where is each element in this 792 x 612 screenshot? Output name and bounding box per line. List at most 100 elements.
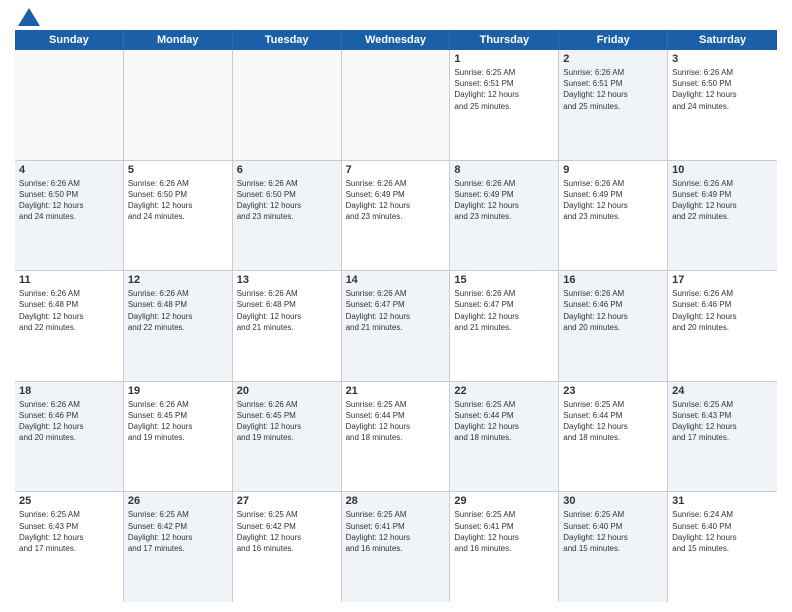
cal-cell: 10 Sunrise: 6:26 AM Sunset: 6:49 PM Dayli… [668,161,777,271]
day-info: Sunrise: 6:25 AM Sunset: 6:51 PM Dayligh… [454,67,554,112]
cal-cell: 27 Sunrise: 6:25 AM Sunset: 6:42 PM Dayli… [233,492,342,602]
week-row-5: 25Sunrise: 6:25 AM Sunset: 6:43 PM Dayli… [15,492,777,602]
day-number: 25 [19,495,119,507]
header-day-tuesday: Tuesday [233,30,342,50]
day-number: 19 [128,385,228,397]
day-info: Sunrise: 6:26 AM Sunset: 6:48 PM Dayligh… [19,288,119,333]
day-info: Sunrise: 6:26 AM Sunset: 6:50 PM Dayligh… [19,178,119,223]
day-info: Sunrise: 6:26 AM Sunset: 6:46 PM Dayligh… [672,288,773,333]
cal-cell: 19 Sunrise: 6:26 AM Sunset: 6:45 PM Dayli… [124,382,233,492]
header-day-friday: Friday [559,30,668,50]
day-number: 29 [454,495,554,507]
day-info: Sunrise: 6:26 AM Sunset: 6:47 PM Dayligh… [346,288,446,333]
day-info: Sunrise: 6:25 AM Sunset: 6:41 PM Dayligh… [346,509,446,554]
day-number: 22 [454,385,554,397]
cal-cell: 6Sunrise: 6:26 AM Sunset: 6:50 PM Daylig… [233,161,342,271]
page: SundayMondayTuesdayWednesdayThursdayFrid… [0,0,792,612]
week-row-4: 18 Sunrise: 6:26 AM Sunset: 6:46 PM Dayli… [15,382,777,493]
day-info: Sunrise: 6:25 AM Sunset: 6:44 PM Dayligh… [454,399,554,444]
cal-cell: 29 Sunrise: 6:25 AM Sunset: 6:41 PM Dayli… [450,492,559,602]
day-number: 8 [454,164,554,176]
cal-cell: 31 Sunrise: 6:24 AM Sunset: 6:40 PM Dayli… [668,492,777,602]
day-number: 7 [346,164,446,176]
cal-cell: 18 Sunrise: 6:26 AM Sunset: 6:46 PM Dayli… [15,382,124,492]
day-info: Sunrise: 6:25 AM Sunset: 6:44 PM Dayligh… [346,399,446,444]
header-day-saturday: Saturday [668,30,777,50]
day-number: 21 [346,385,446,397]
day-number: 3 [672,53,773,65]
header [15,10,777,22]
header-day-monday: Monday [124,30,233,50]
cal-cell [124,50,233,160]
cal-cell: 23 Sunrise: 6:25 AM Sunset: 6:44 PM Dayli… [559,382,668,492]
logo-icon [18,8,40,26]
day-info: Sunrise: 6:26 AM Sunset: 6:50 PM Dayligh… [237,178,337,223]
header-day-sunday: Sunday [15,30,124,50]
day-info: Sunrise: 6:26 AM Sunset: 6:46 PM Dayligh… [19,399,119,444]
day-info: Sunrise: 6:25 AM Sunset: 6:42 PM Dayligh… [237,509,337,554]
cal-cell: 17 Sunrise: 6:26 AM Sunset: 6:46 PM Dayli… [668,271,777,381]
day-info: Sunrise: 6:25 AM Sunset: 6:40 PM Dayligh… [563,509,663,554]
cal-cell: 30 Sunrise: 6:25 AM Sunset: 6:40 PM Dayli… [559,492,668,602]
cal-cell: 24Sunrise: 6:25 AM Sunset: 6:43 PM Dayli… [668,382,777,492]
day-number: 13 [237,274,337,286]
day-number: 10 [672,164,773,176]
cal-cell: 9 Sunrise: 6:26 AM Sunset: 6:49 PM Daylig… [559,161,668,271]
day-info: Sunrise: 6:26 AM Sunset: 6:47 PM Dayligh… [454,288,554,333]
week-row-2: 4 Sunrise: 6:26 AM Sunset: 6:50 PM Daylig… [15,161,777,272]
day-number: 20 [237,385,337,397]
cal-cell: 25Sunrise: 6:25 AM Sunset: 6:43 PM Dayli… [15,492,124,602]
day-number: 4 [19,164,119,176]
day-number: 1 [454,53,554,65]
cal-cell [342,50,451,160]
cal-cell: 21 Sunrise: 6:25 AM Sunset: 6:44 PM Dayli… [342,382,451,492]
header-day-wednesday: Wednesday [342,30,451,50]
cal-cell: 28 Sunrise: 6:25 AM Sunset: 6:41 PM Dayli… [342,492,451,602]
cal-cell: 2 Sunrise: 6:26 AM Sunset: 6:51 PM Daylig… [559,50,668,160]
day-info: Sunrise: 6:24 AM Sunset: 6:40 PM Dayligh… [672,509,773,554]
day-number: 27 [237,495,337,507]
day-number: 26 [128,495,228,507]
day-number: 17 [672,274,773,286]
cal-cell: 22 Sunrise: 6:25 AM Sunset: 6:44 PM Dayli… [450,382,559,492]
day-info: Sunrise: 6:26 AM Sunset: 6:50 PM Dayligh… [128,178,228,223]
day-number: 18 [19,385,119,397]
calendar-body: 1 Sunrise: 6:25 AM Sunset: 6:51 PM Daylig… [15,50,777,602]
cal-cell: 26Sunrise: 6:25 AM Sunset: 6:42 PM Dayli… [124,492,233,602]
cal-cell: 20 Sunrise: 6:26 AM Sunset: 6:45 PM Dayli… [233,382,342,492]
header-day-thursday: Thursday [450,30,559,50]
cal-cell: 16Sunrise: 6:26 AM Sunset: 6:46 PM Dayli… [559,271,668,381]
cal-cell: 5 Sunrise: 6:26 AM Sunset: 6:50 PM Daylig… [124,161,233,271]
day-info: Sunrise: 6:26 AM Sunset: 6:45 PM Dayligh… [237,399,337,444]
cal-cell: 1 Sunrise: 6:25 AM Sunset: 6:51 PM Daylig… [450,50,559,160]
cal-cell: 8 Sunrise: 6:26 AM Sunset: 6:49 PM Daylig… [450,161,559,271]
cal-cell: 15 Sunrise: 6:26 AM Sunset: 6:47 PM Dayli… [450,271,559,381]
day-number: 5 [128,164,228,176]
day-number: 14 [346,274,446,286]
cal-cell: 12Sunrise: 6:26 AM Sunset: 6:48 PM Dayli… [124,271,233,381]
day-info: Sunrise: 6:26 AM Sunset: 6:51 PM Dayligh… [563,67,663,112]
logo [15,10,40,22]
day-info: Sunrise: 6:26 AM Sunset: 6:49 PM Dayligh… [563,178,663,223]
day-number: 9 [563,164,663,176]
cal-cell: 4 Sunrise: 6:26 AM Sunset: 6:50 PM Daylig… [15,161,124,271]
cal-cell [15,50,124,160]
day-info: Sunrise: 6:25 AM Sunset: 6:41 PM Dayligh… [454,509,554,554]
day-number: 23 [563,385,663,397]
day-info: Sunrise: 6:26 AM Sunset: 6:48 PM Dayligh… [128,288,228,333]
day-number: 30 [563,495,663,507]
day-info: Sunrise: 6:26 AM Sunset: 6:45 PM Dayligh… [128,399,228,444]
calendar-header: SundayMondayTuesdayWednesdayThursdayFrid… [15,30,777,50]
day-info: Sunrise: 6:26 AM Sunset: 6:49 PM Dayligh… [454,178,554,223]
day-info: Sunrise: 6:26 AM Sunset: 6:49 PM Dayligh… [672,178,773,223]
week-row-3: 11Sunrise: 6:26 AM Sunset: 6:48 PM Dayli… [15,271,777,382]
day-number: 2 [563,53,663,65]
cal-cell: 7Sunrise: 6:26 AM Sunset: 6:49 PM Daylig… [342,161,451,271]
day-info: Sunrise: 6:26 AM Sunset: 6:48 PM Dayligh… [237,288,337,333]
day-number: 15 [454,274,554,286]
day-number: 28 [346,495,446,507]
day-number: 24 [672,385,773,397]
day-info: Sunrise: 6:25 AM Sunset: 6:44 PM Dayligh… [563,399,663,444]
cal-cell: 3Sunrise: 6:26 AM Sunset: 6:50 PM Daylig… [668,50,777,160]
day-number: 31 [672,495,773,507]
